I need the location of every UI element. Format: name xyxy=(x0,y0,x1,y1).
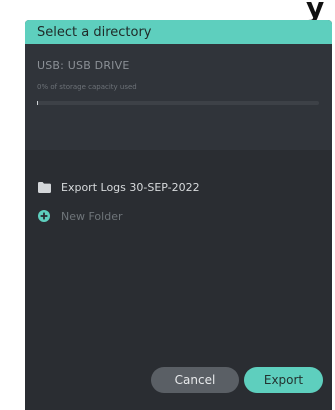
storage-usage-bar xyxy=(37,101,319,105)
dialog-footer: Cancel Export xyxy=(25,367,332,393)
directory-item-export-logs[interactable]: Export Logs 30-SEP-2022 xyxy=(37,178,320,196)
new-folder-label: New Folder xyxy=(61,209,123,223)
new-folder-button[interactable]: New Folder xyxy=(37,207,320,225)
storage-usage-fill xyxy=(37,101,38,105)
background-fragment: y xyxy=(306,0,325,20)
folder-icon xyxy=(37,180,51,194)
directory-item-label: Export Logs 30-SEP-2022 xyxy=(61,180,200,194)
dialog-header: Select a directory xyxy=(25,20,332,44)
select-directory-dialog: Select a directory USB: USB DRIVE 0% of … xyxy=(25,20,332,410)
export-button[interactable]: Export xyxy=(244,367,323,393)
directory-list: Export Logs 30-SEP-2022 New Folder xyxy=(25,150,332,225)
storage-usage-text: 0% of storage capacity used xyxy=(37,83,137,91)
plus-circle-icon xyxy=(37,209,51,223)
device-name: USB: USB DRIVE xyxy=(37,59,130,72)
cancel-button[interactable]: Cancel xyxy=(151,367,239,393)
background-strip: y xyxy=(0,0,335,20)
storage-panel: USB: USB DRIVE 0% of storage capacity us… xyxy=(25,44,332,150)
dialog-title: Select a directory xyxy=(37,24,152,40)
